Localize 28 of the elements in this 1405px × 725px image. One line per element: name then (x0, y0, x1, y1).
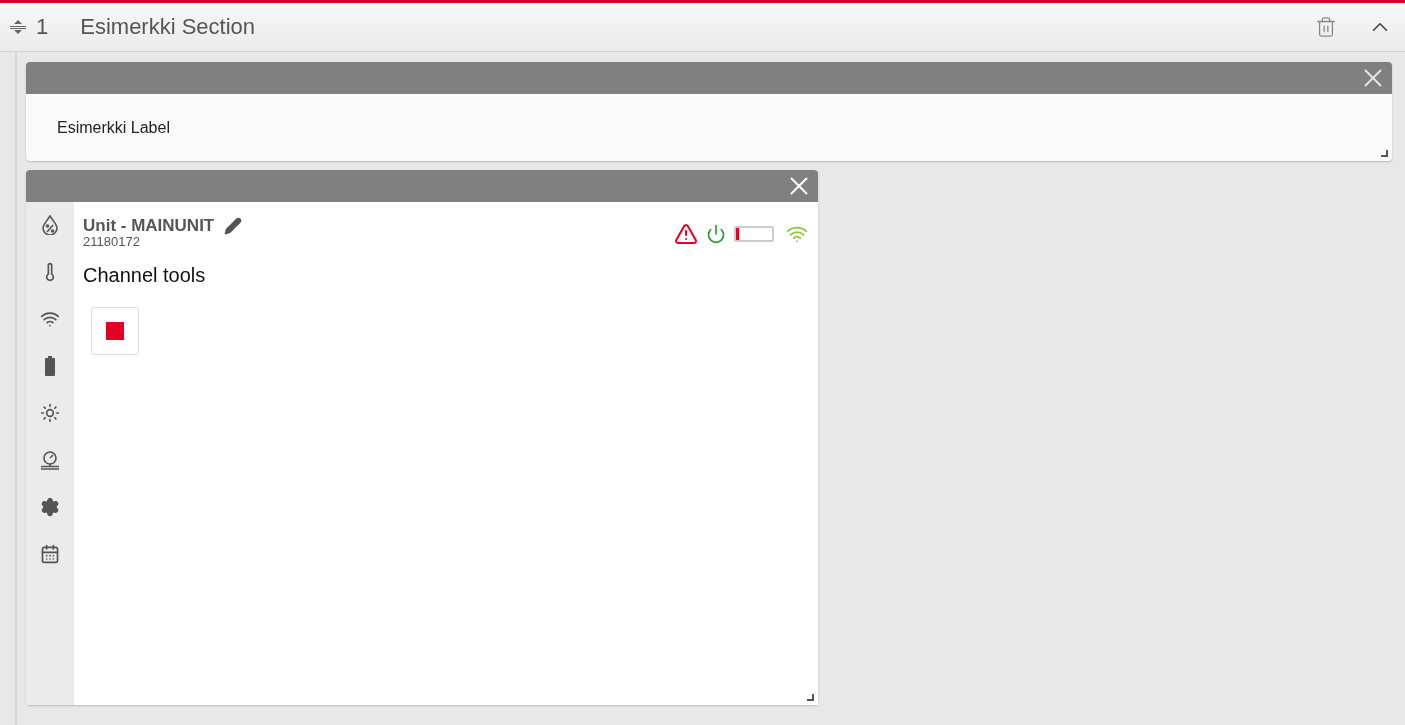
stop-button[interactable] (91, 307, 139, 355)
square-icon (106, 322, 124, 340)
delete-button[interactable] (1315, 16, 1337, 38)
battery-icon (45, 356, 55, 376)
sun-icon (40, 403, 60, 423)
sidebar-item[interactable] (41, 214, 59, 236)
unit-title: Unit - MAINUNIT (83, 216, 215, 236)
wifi-icon (40, 309, 60, 329)
drag-handle-icon[interactable] (10, 20, 26, 34)
edit-button[interactable] (224, 217, 243, 235)
calendar-icon (40, 544, 60, 564)
serial-number: 21180172 (83, 236, 141, 248)
resize-handle[interactable] (1381, 150, 1388, 157)
pencil-icon (224, 217, 243, 235)
section-title: Esimerkki Section (80, 14, 257, 40)
sidebar-item[interactable] (40, 496, 60, 518)
section-heading: Channel tools (83, 264, 207, 287)
sidebar-item[interactable] (40, 543, 60, 565)
trash-icon (1315, 16, 1337, 38)
resize-handle[interactable] (807, 694, 814, 701)
section-number: 1 (36, 14, 49, 40)
gauge-icon (40, 450, 60, 470)
sidebar-item[interactable] (40, 402, 60, 424)
sidebar-item[interactable] (40, 449, 60, 471)
drop-icon (41, 215, 59, 235)
label-text: Esimerkki Label (57, 118, 170, 137)
sidebar-item[interactable] (45, 355, 55, 377)
gear-icon (40, 497, 60, 517)
